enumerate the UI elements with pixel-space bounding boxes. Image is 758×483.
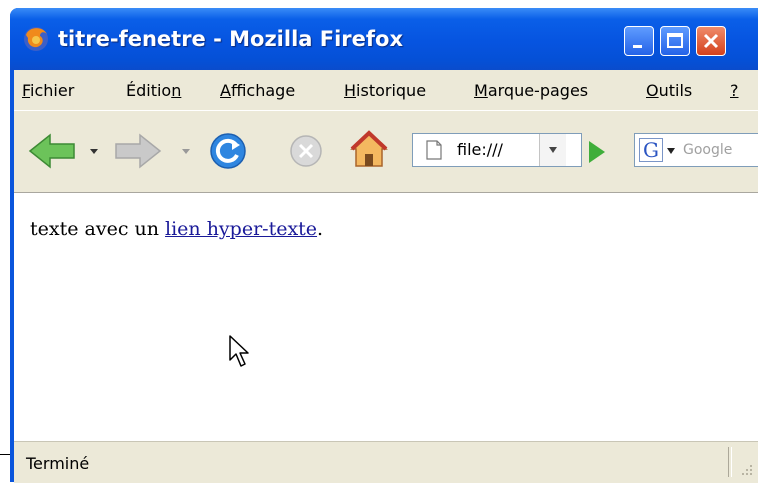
status-bar: Terminé bbox=[14, 440, 758, 483]
reload-icon[interactable] bbox=[208, 131, 248, 171]
menu-marque-pages[interactable]: Marque-pages bbox=[474, 81, 588, 101]
search-engine-dropdown-icon[interactable] bbox=[667, 148, 675, 154]
mouse-pointer-icon bbox=[229, 335, 249, 367]
background-line bbox=[0, 454, 10, 455]
back-dropdown-icon[interactable] bbox=[90, 149, 98, 154]
hyperlink[interactable]: lien hyper-texte bbox=[165, 218, 317, 240]
client-area: Fichier Édition Affichage Historique Mar… bbox=[14, 70, 758, 483]
maximize-button[interactable] bbox=[660, 26, 690, 56]
url-text[interactable]: file:/// bbox=[457, 140, 503, 160]
search-placeholder[interactable]: Google bbox=[683, 142, 732, 158]
status-divider bbox=[728, 447, 732, 477]
menu-outils[interactable]: Outils bbox=[646, 81, 692, 101]
maximize-icon bbox=[667, 33, 683, 48]
url-history-dropdown[interactable] bbox=[539, 134, 566, 166]
menu-edition[interactable]: Édition bbox=[126, 81, 181, 101]
back-arrow-icon[interactable] bbox=[28, 133, 78, 169]
search-bar[interactable]: G Google bbox=[634, 133, 758, 167]
stop-icon[interactable] bbox=[288, 133, 324, 169]
menu-bar: Fichier Édition Affichage Historique Mar… bbox=[14, 70, 758, 110]
menu-affichage[interactable]: Affichage bbox=[220, 81, 295, 101]
status-text: Terminé bbox=[26, 454, 90, 473]
window-title: titre-fenetre - Mozilla Firefox bbox=[58, 27, 404, 51]
close-button[interactable] bbox=[696, 26, 726, 56]
forward-arrow-icon[interactable] bbox=[112, 133, 162, 169]
go-arrow-icon[interactable] bbox=[589, 141, 605, 163]
firefox-icon bbox=[24, 27, 48, 51]
menu-help[interactable]: ? bbox=[730, 81, 739, 101]
forward-dropdown-icon[interactable] bbox=[182, 149, 190, 154]
page-paragraph: texte avec un lien hyper-texte. bbox=[30, 218, 324, 240]
menu-historique[interactable]: Historique bbox=[344, 81, 426, 101]
minimize-button[interactable] bbox=[624, 26, 654, 56]
title-bar[interactable]: titre-fenetre - Mozilla Firefox bbox=[10, 8, 758, 70]
home-icon[interactable] bbox=[348, 129, 390, 169]
resize-grip-icon[interactable] bbox=[736, 461, 754, 479]
menu-fichier[interactable]: Fichier bbox=[22, 81, 74, 101]
minimize-icon bbox=[633, 45, 642, 48]
page-icon bbox=[426, 140, 442, 160]
page-content: texte avec un lien hyper-texte. bbox=[14, 192, 758, 441]
navigation-toolbar: file:/// G Google bbox=[14, 110, 758, 193]
url-bar[interactable]: file:/// bbox=[412, 133, 582, 167]
browser-window: titre-fenetre - Mozilla Firefox Fichier … bbox=[10, 8, 758, 483]
search-engine-google-icon[interactable]: G bbox=[639, 138, 663, 162]
close-icon bbox=[703, 33, 719, 49]
